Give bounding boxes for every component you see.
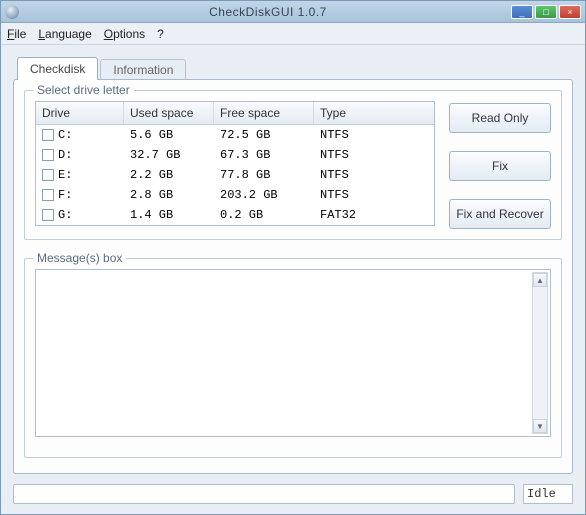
used-space: 5.6 GB — [124, 127, 214, 143]
menu-options[interactable]: Options — [104, 27, 145, 41]
messages-scrollbar[interactable]: ▲ ▼ — [532, 272, 548, 434]
used-space: 1.4 GB — [124, 207, 214, 223]
messages-legend: Message(s) box — [33, 251, 126, 265]
client-area: Checkdisk Information Select drive lette… — [1, 45, 585, 514]
fix-button[interactable]: Fix — [449, 151, 551, 181]
main-window: CheckDiskGUI 1.0.7 _ □ × File Language O… — [0, 0, 586, 515]
free-space: 203.2 GB — [214, 187, 314, 203]
used-space: 2.8 GB — [124, 187, 214, 203]
progress-bar — [13, 484, 515, 504]
table-row[interactable]: F: 2.8 GB203.2 GBNTFS — [36, 185, 434, 205]
tab-panel: Select drive letter Drive Used space Fre… — [13, 79, 573, 474]
table-row[interactable]: C: 5.6 GB72.5 GBNTFS — [36, 125, 434, 145]
table-row[interactable]: D: 32.7 GB67.3 GBNTFS — [36, 145, 434, 165]
free-space: 67.3 GB — [214, 147, 314, 163]
drive-table-header: Drive Used space Free space Type — [36, 102, 434, 125]
tab-strip: Checkdisk Information — [17, 57, 573, 80]
col-free[interactable]: Free space — [214, 102, 314, 124]
drive-table: Drive Used space Free space Type C: 5.6 G… — [35, 101, 435, 226]
titlebar[interactable]: CheckDiskGUI 1.0.7 _ □ × — [1, 1, 585, 23]
col-used[interactable]: Used space — [124, 102, 214, 124]
window-title: CheckDiskGUI 1.0.7 — [25, 5, 511, 19]
action-buttons: Read Only Fix Fix and Recover — [449, 103, 551, 229]
drive-letter: F: — [58, 188, 72, 202]
window-buttons: _ □ × — [511, 5, 581, 19]
drive-letter: D: — [58, 148, 72, 162]
messages-fieldset: Message(s) box ▲ ▼ — [24, 258, 562, 458]
free-space: 72.5 GB — [214, 127, 314, 143]
free-space: 77.8 GB — [214, 167, 314, 183]
close-button[interactable]: × — [559, 5, 581, 19]
drive-letter: E: — [58, 168, 72, 182]
table-row[interactable]: E: 2.2 GB77.8 GBNTFS — [36, 165, 434, 185]
status-row: Idle — [13, 484, 573, 504]
col-type[interactable]: Type — [314, 102, 434, 124]
free-space: 0.2 GB — [214, 207, 314, 223]
app-icon — [5, 5, 19, 19]
scroll-up-icon[interactable]: ▲ — [533, 273, 547, 287]
minimize-button[interactable]: _ — [511, 5, 533, 19]
drive-checkbox[interactable] — [42, 189, 54, 201]
maximize-button[interactable]: □ — [535, 5, 557, 19]
messages-box[interactable]: ▲ ▼ — [35, 269, 551, 437]
drive-checkbox[interactable] — [42, 129, 54, 141]
fs-type: NTFS — [314, 187, 424, 203]
col-drive[interactable]: Drive — [36, 102, 124, 124]
read-only-button[interactable]: Read Only — [449, 103, 551, 133]
fs-type: NTFS — [314, 127, 424, 143]
used-space: 2.2 GB — [124, 167, 214, 183]
fs-type: FAT32 — [314, 207, 424, 223]
tab-checkdisk[interactable]: Checkdisk — [17, 57, 98, 80]
drive-table-body: C:5.6 GB72.5 GBNTFSD:32.7 GB67.3 GBNTFSE… — [36, 125, 434, 225]
menu-help[interactable]: ? — [157, 27, 164, 41]
fs-type: NTFS — [314, 167, 424, 183]
menu-language[interactable]: Language — [38, 27, 91, 41]
menubar: File Language Options ? — [1, 23, 585, 45]
drive-letter: C: — [58, 128, 72, 142]
drive-checkbox[interactable] — [42, 169, 54, 181]
scroll-down-icon[interactable]: ▼ — [533, 419, 547, 433]
used-space: 32.7 GB — [124, 147, 214, 163]
drive-letter: G: — [58, 208, 72, 222]
fix-recover-button[interactable]: Fix and Recover — [449, 199, 551, 229]
fs-type: NTFS — [314, 147, 424, 163]
drive-checkbox[interactable] — [42, 209, 54, 221]
status-label: Idle — [523, 484, 573, 504]
drive-legend: Select drive letter — [33, 83, 134, 97]
menu-file[interactable]: File — [7, 27, 26, 41]
drive-checkbox[interactable] — [42, 149, 54, 161]
drive-fieldset: Select drive letter Drive Used space Fre… — [24, 90, 562, 240]
table-row[interactable]: G: 1.4 GB0.2 GBFAT32 — [36, 205, 434, 225]
